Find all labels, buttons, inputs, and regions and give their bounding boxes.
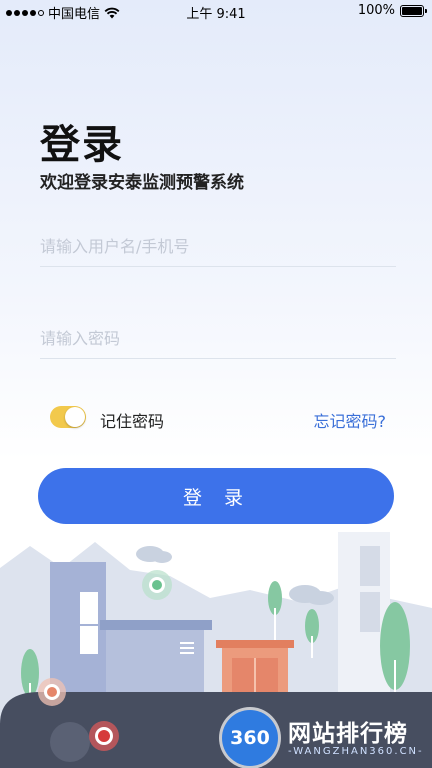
- watermark: 360 网站排行榜 -WANGZHAN360.CN-: [222, 710, 432, 768]
- login-button[interactable]: 登 录: [38, 468, 394, 524]
- status-right: 100%: [357, 3, 427, 18]
- forgot-password-link[interactable]: 忘记密码?: [314, 408, 387, 432]
- username-field: [40, 226, 396, 267]
- toggle-knob: [65, 407, 85, 427]
- password-field: [40, 318, 396, 359]
- remember-password-toggle[interactable]: [50, 406, 86, 428]
- password-input[interactable]: [40, 318, 396, 358]
- remember-password-label: 记住密码: [100, 412, 165, 431]
- username-input[interactable]: [40, 226, 396, 266]
- watermark-subtitle: -WANGZHAN360.CN-: [288, 746, 424, 757]
- status-bar: 中国电信 上午 9:41 100%: [0, 0, 432, 24]
- watermark-badge: 360: [222, 710, 278, 766]
- watermark-title: 网站排行榜: [288, 721, 408, 747]
- page-subtitle: 欢迎登录安泰监测预警系统: [40, 173, 244, 193]
- remember-row: 记住密码 忘记密码?: [50, 404, 386, 432]
- page-title: 登录: [40, 122, 124, 168]
- battery-icon: [400, 4, 427, 17]
- battery-percent: 100%: [357, 3, 395, 18]
